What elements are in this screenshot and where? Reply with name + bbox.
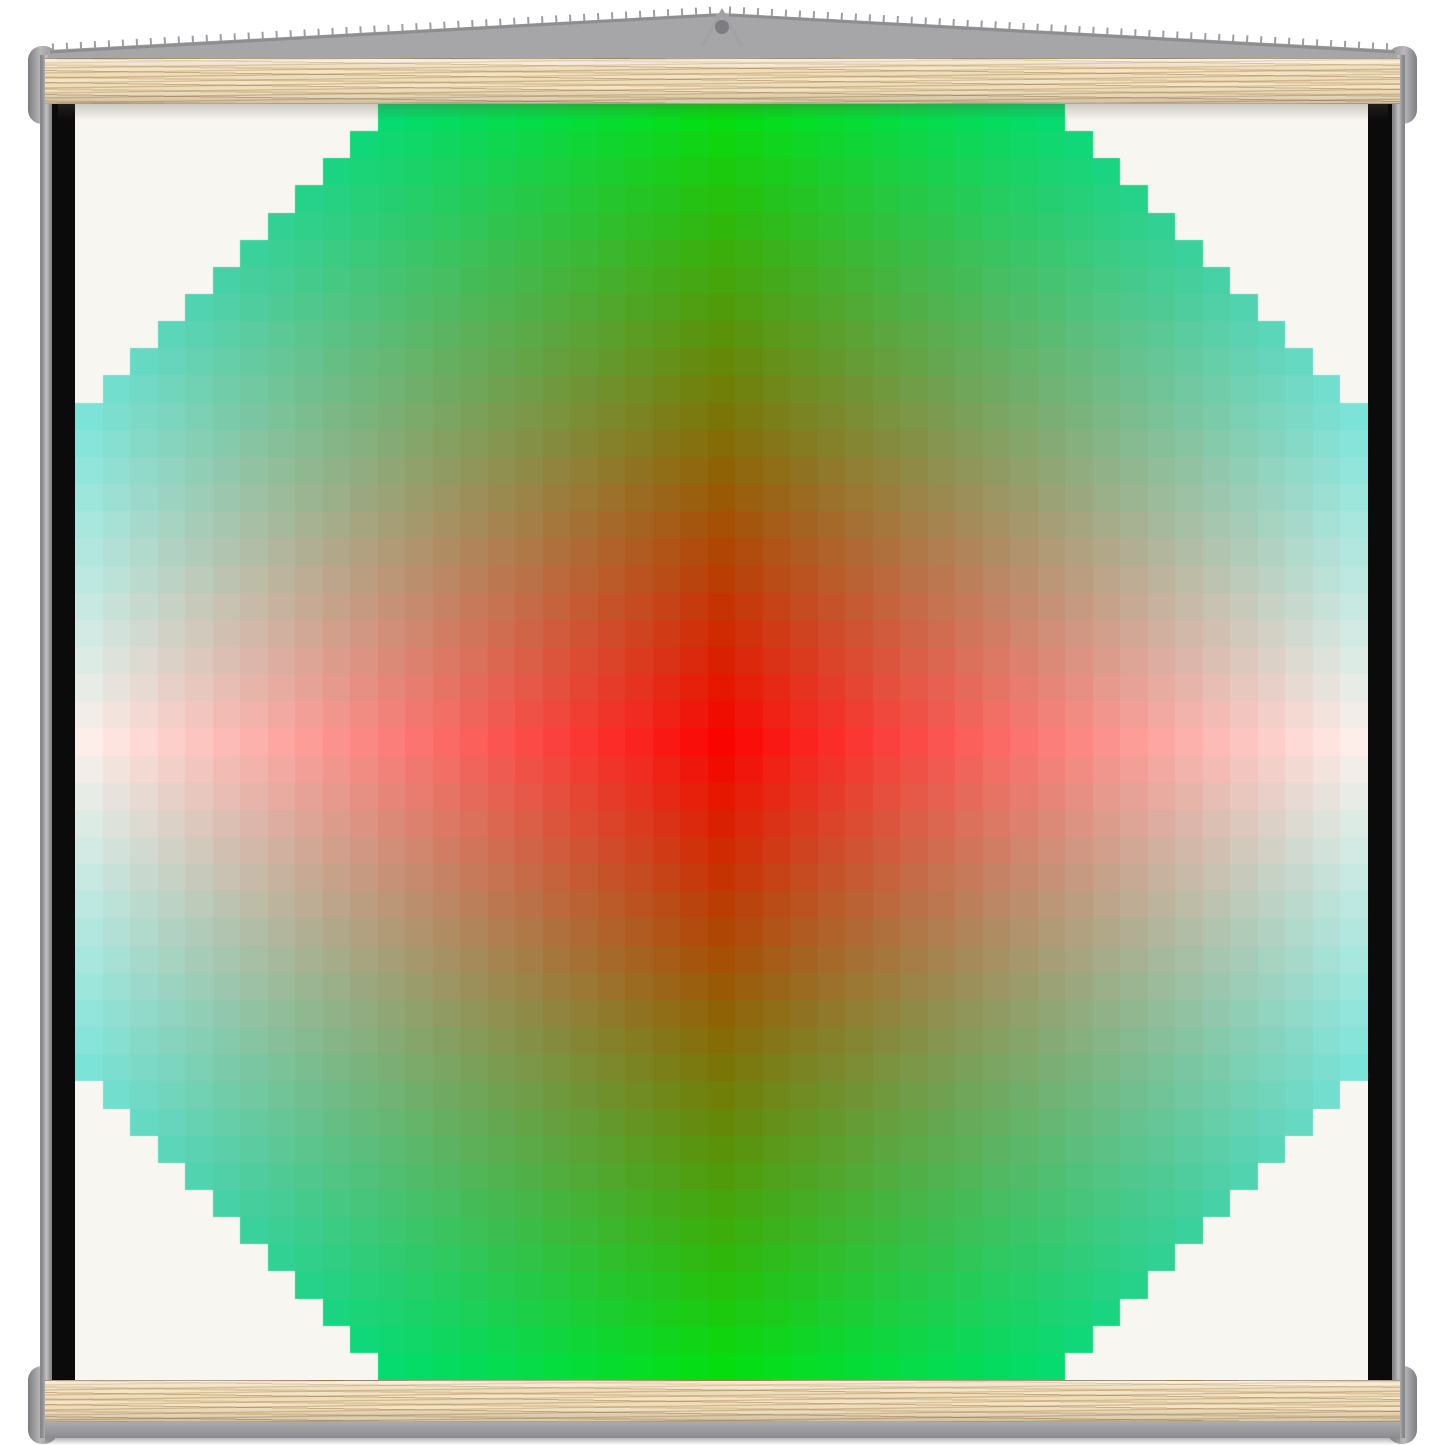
bottom-rail-shadow [45,1438,1400,1445]
wooden-hanger-bar-bottom [45,1380,1400,1422]
cord-grommet [715,20,729,34]
hanger-side-rail-right [1392,55,1405,1438]
bottom-rail [45,1422,1400,1438]
poster-edge-left [52,104,75,1380]
poster-edge-right [1368,104,1392,1380]
poster-paper [75,104,1368,1380]
wooden-hanger-bar-top [45,58,1400,104]
cord-rail-band [48,13,1397,58]
pixel-artwork-canvas [75,104,1368,1380]
poster-mockup-scene [0,0,1445,1445]
top-bar-shadow [58,104,1388,120]
